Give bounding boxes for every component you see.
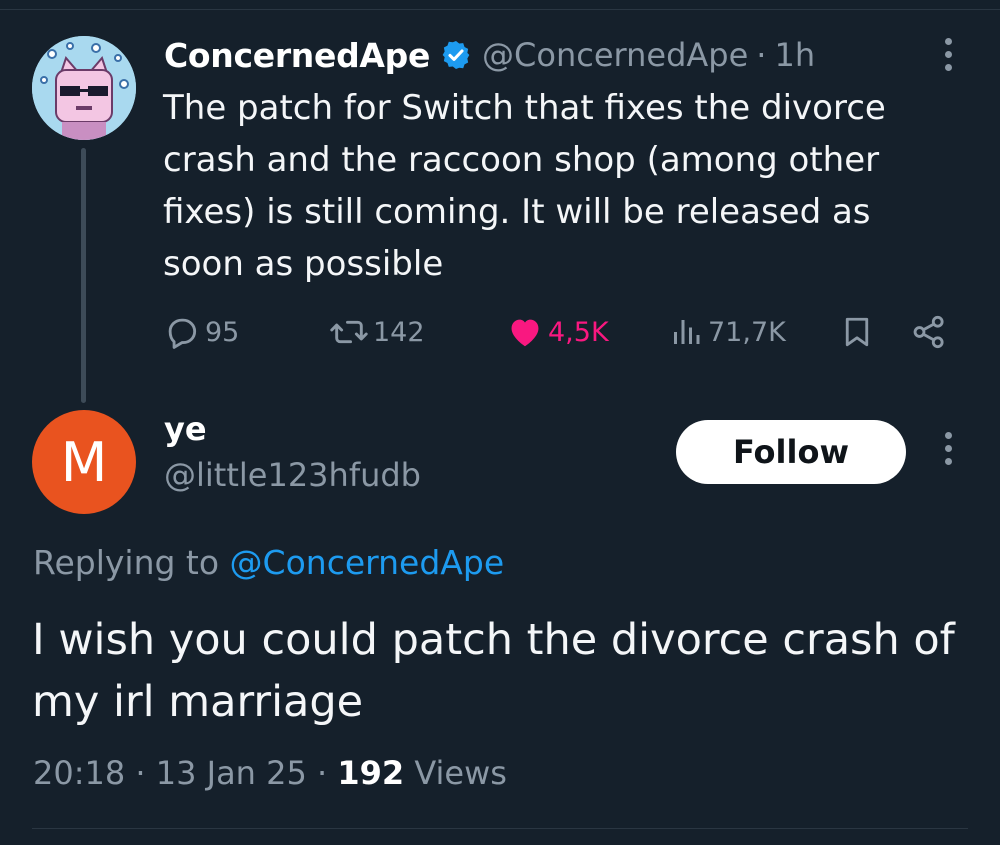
retweet-button[interactable]: 142 <box>329 310 425 354</box>
like-button[interactable]: 4,5K <box>506 310 609 354</box>
reply-tweet-text: I wish you could patch the divorce crash… <box>32 615 955 727</box>
parent-action-bar: 95 142 4,5K 71,7K <box>163 310 963 354</box>
replying-prefix: Replying to <box>33 543 220 582</box>
reply-count: 95 <box>205 316 240 348</box>
views-button[interactable]: 71,7K <box>668 310 786 354</box>
reply-button[interactable]: 95 <box>163 310 239 354</box>
reply-views-count[interactable]: 192 <box>337 754 404 792</box>
avatar-concernedape[interactable] <box>32 36 136 140</box>
verified-badge-icon <box>442 41 470 69</box>
separator-dot: · <box>756 36 767 74</box>
replying-mention-link[interactable]: @ConcernedApe <box>230 543 505 582</box>
reply-author-name[interactable]: ye <box>164 410 207 448</box>
more-options-icon[interactable] <box>936 38 960 78</box>
retweet-count: 142 <box>373 316 425 348</box>
parent-time[interactable]: 1h <box>774 36 815 74</box>
follow-button[interactable]: Follow <box>676 420 906 484</box>
parent-tweet-text: The patch for Switch that fixes the divo… <box>163 88 886 284</box>
ape-avatar-icon <box>32 36 136 140</box>
thread-connector-line <box>81 148 86 403</box>
retweet-icon <box>330 320 368 344</box>
parent-author-name[interactable]: ConcernedApe <box>164 36 430 75</box>
avatar-letter: M <box>60 430 108 494</box>
bookmark-button[interactable] <box>839 310 879 354</box>
bottom-divider <box>32 828 968 829</box>
bookmark-icon <box>845 317 869 347</box>
reply-views-label: Views <box>414 754 507 792</box>
reply-icon <box>168 318 197 349</box>
replying-to-line: Replying to @ConcernedApe <box>33 543 504 582</box>
reply-author-handle[interactable]: @little123hfudb <box>164 456 421 494</box>
parent-author-handle[interactable]: @ConcernedApe <box>482 36 748 74</box>
share-icon <box>913 315 944 349</box>
views-count: 71,7K <box>708 316 786 348</box>
like-count: 4,5K <box>548 316 609 348</box>
share-button[interactable] <box>910 310 952 354</box>
more-options-icon[interactable] <box>936 432 960 472</box>
reply-meta-line: 20:18 · 13 Jan 25 · 192 Views <box>33 754 507 792</box>
separator-dot: · <box>317 754 328 792</box>
parent-author-row: ConcernedApe @ConcernedApe · 1h <box>164 30 815 80</box>
top-divider <box>0 9 1000 10</box>
like-icon <box>511 319 539 347</box>
reply-date[interactable]: 13 Jan 25 <box>156 754 307 792</box>
avatar-ye[interactable]: M <box>32 410 136 514</box>
reply-time[interactable]: 20:18 <box>33 754 125 792</box>
views-icon <box>674 320 700 344</box>
separator-dot: · <box>135 754 146 792</box>
